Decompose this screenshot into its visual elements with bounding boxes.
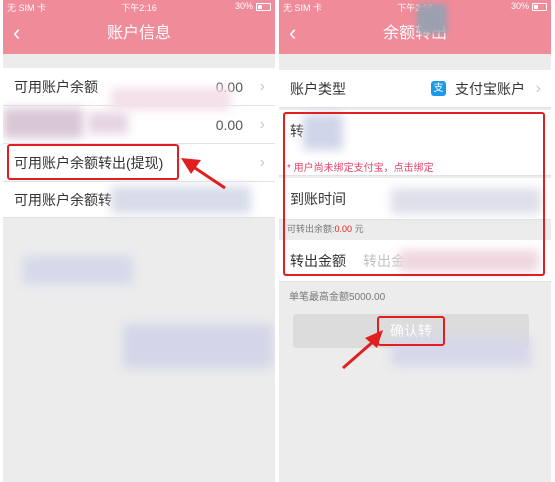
highlight-box-confirm [377, 316, 445, 346]
blurred-region [417, 4, 447, 34]
chevron-right-icon: › [259, 154, 265, 171]
pointer-arrow-icon [342, 330, 383, 370]
battery-percent: 30% [234, 1, 253, 11]
row-label: 可用账户余额 [14, 79, 98, 95]
status-bar: 无 SIM 卡 下午2:16 30% [3, 0, 275, 14]
battery-icon [256, 3, 271, 11]
status-bar: 无 SIM 卡 下午2:16 30% [279, 0, 551, 14]
blurred-region [3, 108, 83, 138]
row-value: 0.00 [215, 117, 243, 133]
row-label: 可用账户余额转 [14, 192, 112, 208]
account-type-row[interactable]: 账户类型 支 支付宝账户 › [279, 70, 551, 108]
chevron-right-icon: › [259, 78, 265, 95]
blurred-region [123, 324, 273, 368]
page-title: 余额转出 [382, 25, 447, 42]
pointer-arrow-icon [181, 158, 226, 190]
highlight-box [7, 144, 179, 180]
nav-bar: ‹ 账户信息 [3, 14, 275, 54]
alipay-icon: 支 [431, 81, 446, 96]
row-label: 账户类型 [290, 81, 346, 97]
chevron-right-icon: › [259, 116, 265, 133]
battery-percent: 30% [510, 1, 529, 11]
max-amount-note: 单笔最高金额5000.00 [289, 292, 386, 303]
battery-icon [532, 3, 547, 11]
balance-transfer-screen: 无 SIM 卡 下午2:16 30% ‹ 余额转出 账户类型 支 支付宝账户 ›… [279, 0, 551, 482]
blurred-region [88, 112, 128, 134]
page-title: 账户信息 [106, 25, 171, 42]
chevron-right-icon: › [535, 80, 541, 97]
blurred-region [111, 88, 231, 110]
blurred-region [23, 256, 133, 284]
highlight-box-form [283, 112, 545, 276]
account-info-screen: 无 SIM 卡 下午2:16 30% ‹ 账户信息 可用账户余额 0.00 › … [3, 0, 275, 482]
nav-bar: ‹ 余额转出 [279, 14, 551, 54]
account-type-value: 支付宝账户 [455, 81, 525, 97]
